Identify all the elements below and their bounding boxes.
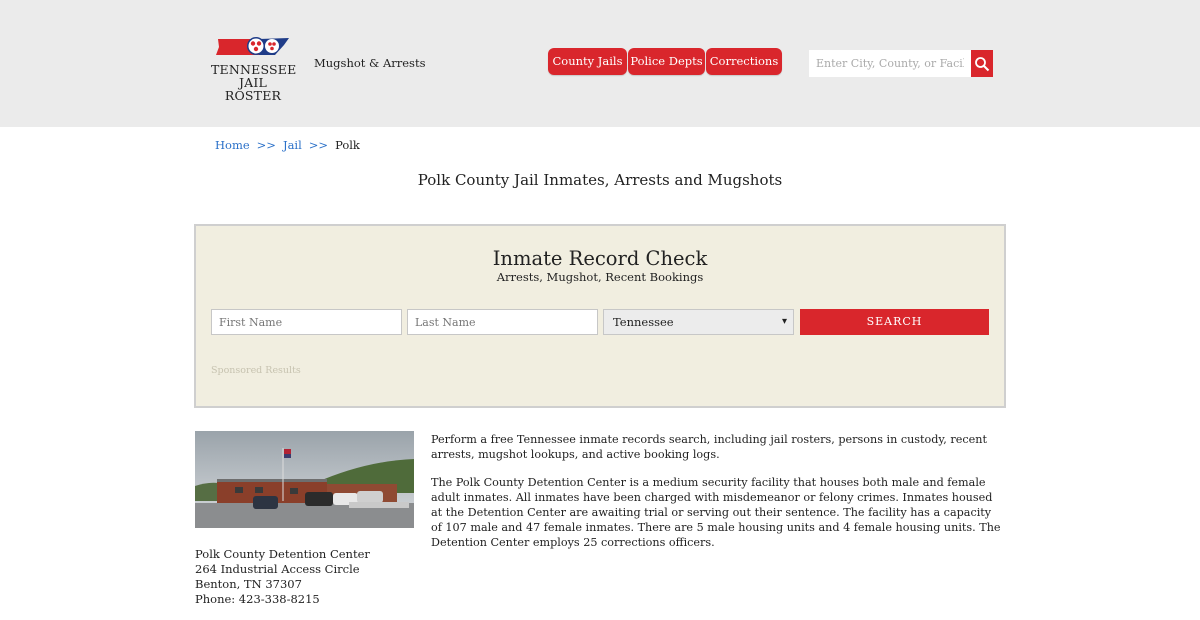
breadcrumb-home[interactable]: Home [215,138,250,152]
record-check-subtitle: Arrests, Mugshot, Recent Bookings [496,270,704,284]
tennessee-flag-map-icon [216,37,289,55]
last-name-input[interactable] [407,309,598,335]
nav-corrections[interactable]: Corrections [706,48,782,75]
nav-county-jails[interactable]: County Jails [548,48,627,75]
facility-phone: Phone: 423-338-8215 [195,592,320,606]
sponsored-results-label: Sponsored Results [211,365,301,376]
record-check-title: Inmate Record Check [492,247,708,270]
facility-photo [195,431,414,528]
facility-city-state-zip: Benton, TN 37307 [195,577,302,591]
state-select-value: Tennessee [613,315,674,329]
facility-description-paragraph: The Polk County Detention Center is a me… [431,476,1001,549]
nav-police-depts[interactable]: Police Depts [628,48,705,75]
facility-address: Polk County Detention Center 264 Industr… [195,547,370,607]
site-logo[interactable]: TENNESSEE JAIL ROSTER [211,35,296,102]
breadcrumb: Home >> Jail >> Polk [215,138,360,152]
site-tagline: Mugshot & Arrests [314,56,426,70]
breadcrumb-jail[interactable]: Jail [283,138,302,152]
site-search-input[interactable] [809,50,971,77]
breadcrumb-current: Polk [335,138,360,152]
facility-name: Polk County Detention Center [195,547,370,561]
chevron-down-icon: ▾ [781,316,787,327]
facility-street: 264 Industrial Access Circle [195,562,360,576]
page-title: Polk County Jail Inmates, Arrests and Mu… [417,171,783,189]
logo-line-2: JAIL ROSTER [224,75,282,103]
breadcrumb-separator: >> [256,138,276,152]
site-search-button[interactable] [971,50,993,77]
search-icon [975,57,990,72]
intro-paragraph: Perform a free Tennessee inmate records … [431,433,987,461]
state-select[interactable]: Tennessee ▾ [603,309,794,335]
site-header: TENNESSEE JAIL ROSTER Mugshot & Arrests … [0,0,1200,127]
inmate-record-check-panel: Inmate Record Check Arrests, Mugshot, Re… [194,224,1006,408]
breadcrumb-separator: >> [308,138,329,152]
first-name-input[interactable] [211,309,402,335]
record-search-button[interactable]: SEARCH [800,309,989,335]
